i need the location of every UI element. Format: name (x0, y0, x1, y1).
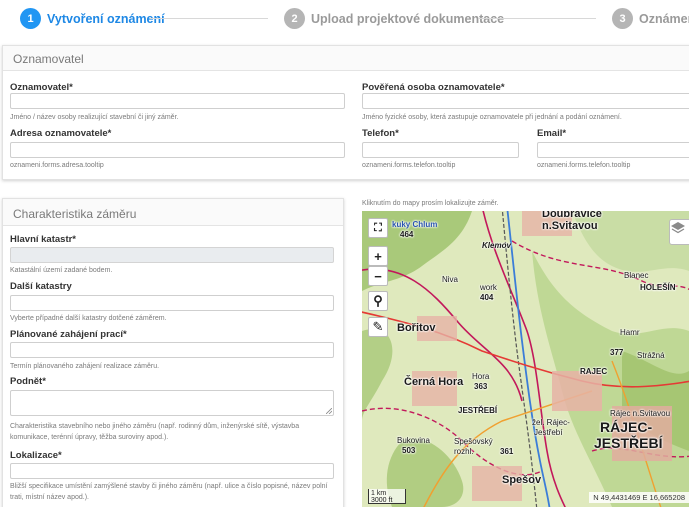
map-label-zel-rajec: žel. Rájec- (532, 418, 570, 427)
zoom-in-icon: + (374, 248, 382, 264)
scale-bar: 1 km 3000 ft (368, 489, 406, 504)
layers-icon (671, 222, 685, 234)
oznamovatel-input[interactable] (10, 93, 345, 109)
map-label-kuky-chlum-num: 464 (400, 230, 414, 239)
map-label-bukovina: Bukovina (397, 436, 430, 445)
email-help: oznameni.forms.telefon.tooltip (537, 162, 631, 169)
pencil-icon: ✎ (372, 319, 384, 334)
poverena-osoba-input[interactable] (362, 93, 689, 109)
hlavni-katastr-label: Hlavní katastr* (10, 234, 77, 245)
map-label-hora: Hora (472, 372, 490, 381)
map-label-rozhl: rozhl. (454, 447, 474, 456)
oznamovatel-label: Oznamovatel* (10, 82, 73, 93)
map[interactable]: Doubravice n.Svitavou kuky Chlum 464 Kle… (362, 211, 689, 507)
podnet-textarea[interactable] (10, 390, 334, 416)
email-input[interactable] (537, 142, 689, 158)
resize-grip-icon[interactable] (326, 408, 332, 414)
map-label-hamr: Hamr (620, 328, 640, 337)
dalsi-katastry-label: Další katastry (10, 281, 72, 292)
fullscreen-icon: ⛶ (374, 221, 382, 234)
step-1[interactable]: 1 Vytvoření oznámení (20, 8, 165, 29)
map-label-holesin: HOLEŠÍN (640, 283, 676, 292)
stepper: 1 Vytvoření oznámení 2 Upload projektové… (0, 0, 689, 38)
zamer-panel-title: Charakteristika záměru (3, 199, 343, 226)
map-label-rajec-svitavou: Rájec n.Svitavou (610, 409, 671, 418)
map-label-boritov: Bořitov (397, 322, 436, 334)
map-label-spesov: Spešov (502, 474, 542, 486)
map-label-blanec: Blanec (624, 271, 649, 280)
map-label-rajec: RAJEC (580, 367, 608, 376)
map-label-n-svitavou: n.Svitavou (542, 220, 598, 232)
search-icon: ⚲ (373, 293, 383, 308)
step-2[interactable]: 2 Upload projektové dokumentace (284, 8, 504, 29)
map-label-377: 377 (610, 348, 624, 357)
poverena-osoba-help: Jméno fyzické osoby, která zastupuje ozn… (362, 114, 622, 121)
zahajeni-input[interactable] (10, 342, 334, 358)
zoom-out-button[interactable]: − (368, 266, 388, 286)
step-2-number: 2 (284, 8, 305, 29)
map-label-503: 503 (402, 446, 416, 455)
zoom-in-button[interactable]: + (368, 246, 388, 266)
map-label-niva: Niva (442, 275, 459, 284)
map-label-cerna-hora: Černá Hora (404, 376, 464, 388)
adresa-input[interactable] (10, 142, 345, 158)
telefon-help: oznameni.forms.telefon.tooltip (362, 162, 456, 169)
map-label-strazna: Strážná (637, 351, 665, 360)
map-label-rajec-jestrebi-a: RÁJEC- (600, 419, 653, 435)
scale-ft: 3000 ft (371, 497, 393, 504)
layers-button[interactable] (669, 219, 689, 245)
scale-km: 1 km (371, 490, 387, 497)
search-button[interactable]: ⚲ (368, 291, 388, 311)
map-label-404: 404 (480, 293, 494, 302)
adresa-help: oznameni.forms.adresa.tooltip (10, 162, 104, 169)
hlavni-katastr-help: Katastální území zadané bodem. (10, 267, 113, 274)
map-label-zel-jestrebi: Jestřebí (534, 428, 563, 437)
draw-button[interactable]: ✎ (368, 317, 388, 337)
step-3-label: Oznámeno (639, 11, 689, 26)
step-2-label: Upload projektové dokumentace (311, 11, 505, 26)
map-label-spesovsk: Spešovský (454, 437, 493, 446)
step-3[interactable]: 3 Oznámeno (612, 8, 689, 29)
oznamovatel-panel-title: Oznamovatel (3, 46, 689, 71)
zahajeni-help: Termín plánovaného zahájení realizace zá… (10, 363, 160, 370)
map-label-kuky-chlum: kuky Chlum (392, 220, 438, 229)
email-label: Email* (537, 128, 567, 139)
step-1-label: Vytvoření oznámení (47, 11, 165, 26)
lokalizace-input[interactable] (10, 463, 334, 479)
lokalizace-label: Lokalizace* (10, 450, 62, 461)
zahajeni-label: Plánované zahájení prací* (10, 329, 127, 340)
map-label-kiemovi: Klemov (482, 241, 511, 250)
map-label-rajec-jestrebi-b: JESTŘEBÍ (594, 435, 663, 451)
coordinates-readout: N 49,4431469 E 16,665208 (589, 492, 689, 503)
step-connector (150, 18, 268, 19)
poverena-osoba-label: Pověřená osoba oznamovatele* (362, 82, 505, 93)
telefon-input[interactable] (362, 142, 519, 158)
step-connector (478, 18, 596, 19)
adresa-label: Adresa oznamovatele* (10, 128, 112, 139)
map-label-work: work (480, 283, 497, 292)
oznamovatel-help: Jméno / název osoby realizující stavební… (10, 114, 179, 121)
hlavni-katastr-input[interactable] (10, 247, 334, 263)
dalsi-katastry-input[interactable] (10, 295, 334, 311)
podnet-label: Podnět* (10, 376, 46, 387)
dalsi-katastry-help: Vyberte případné další katastry dotčené … (10, 315, 167, 322)
zoom-out-icon: − (374, 268, 382, 284)
map-label-361: 361 (500, 447, 514, 456)
map-label-doubravice: Doubravice (542, 211, 602, 220)
map-hint: Kliknutím do mapy prosím lokalizujte zám… (362, 200, 499, 207)
lokalizace-help: Bližší specifikace umístění zamýšlené st… (10, 483, 328, 501)
map-label-363: 363 (474, 382, 488, 391)
fullscreen-button[interactable]: ⛶ (368, 218, 388, 238)
step-3-number: 3 (612, 8, 633, 29)
podnet-help: Charakteristika stavebního nebo jiného z… (10, 423, 300, 441)
step-1-number: 1 (20, 8, 41, 29)
map-label-jestrebi: JESTŘEBÍ (458, 406, 498, 415)
telefon-label: Telefon* (362, 128, 399, 139)
